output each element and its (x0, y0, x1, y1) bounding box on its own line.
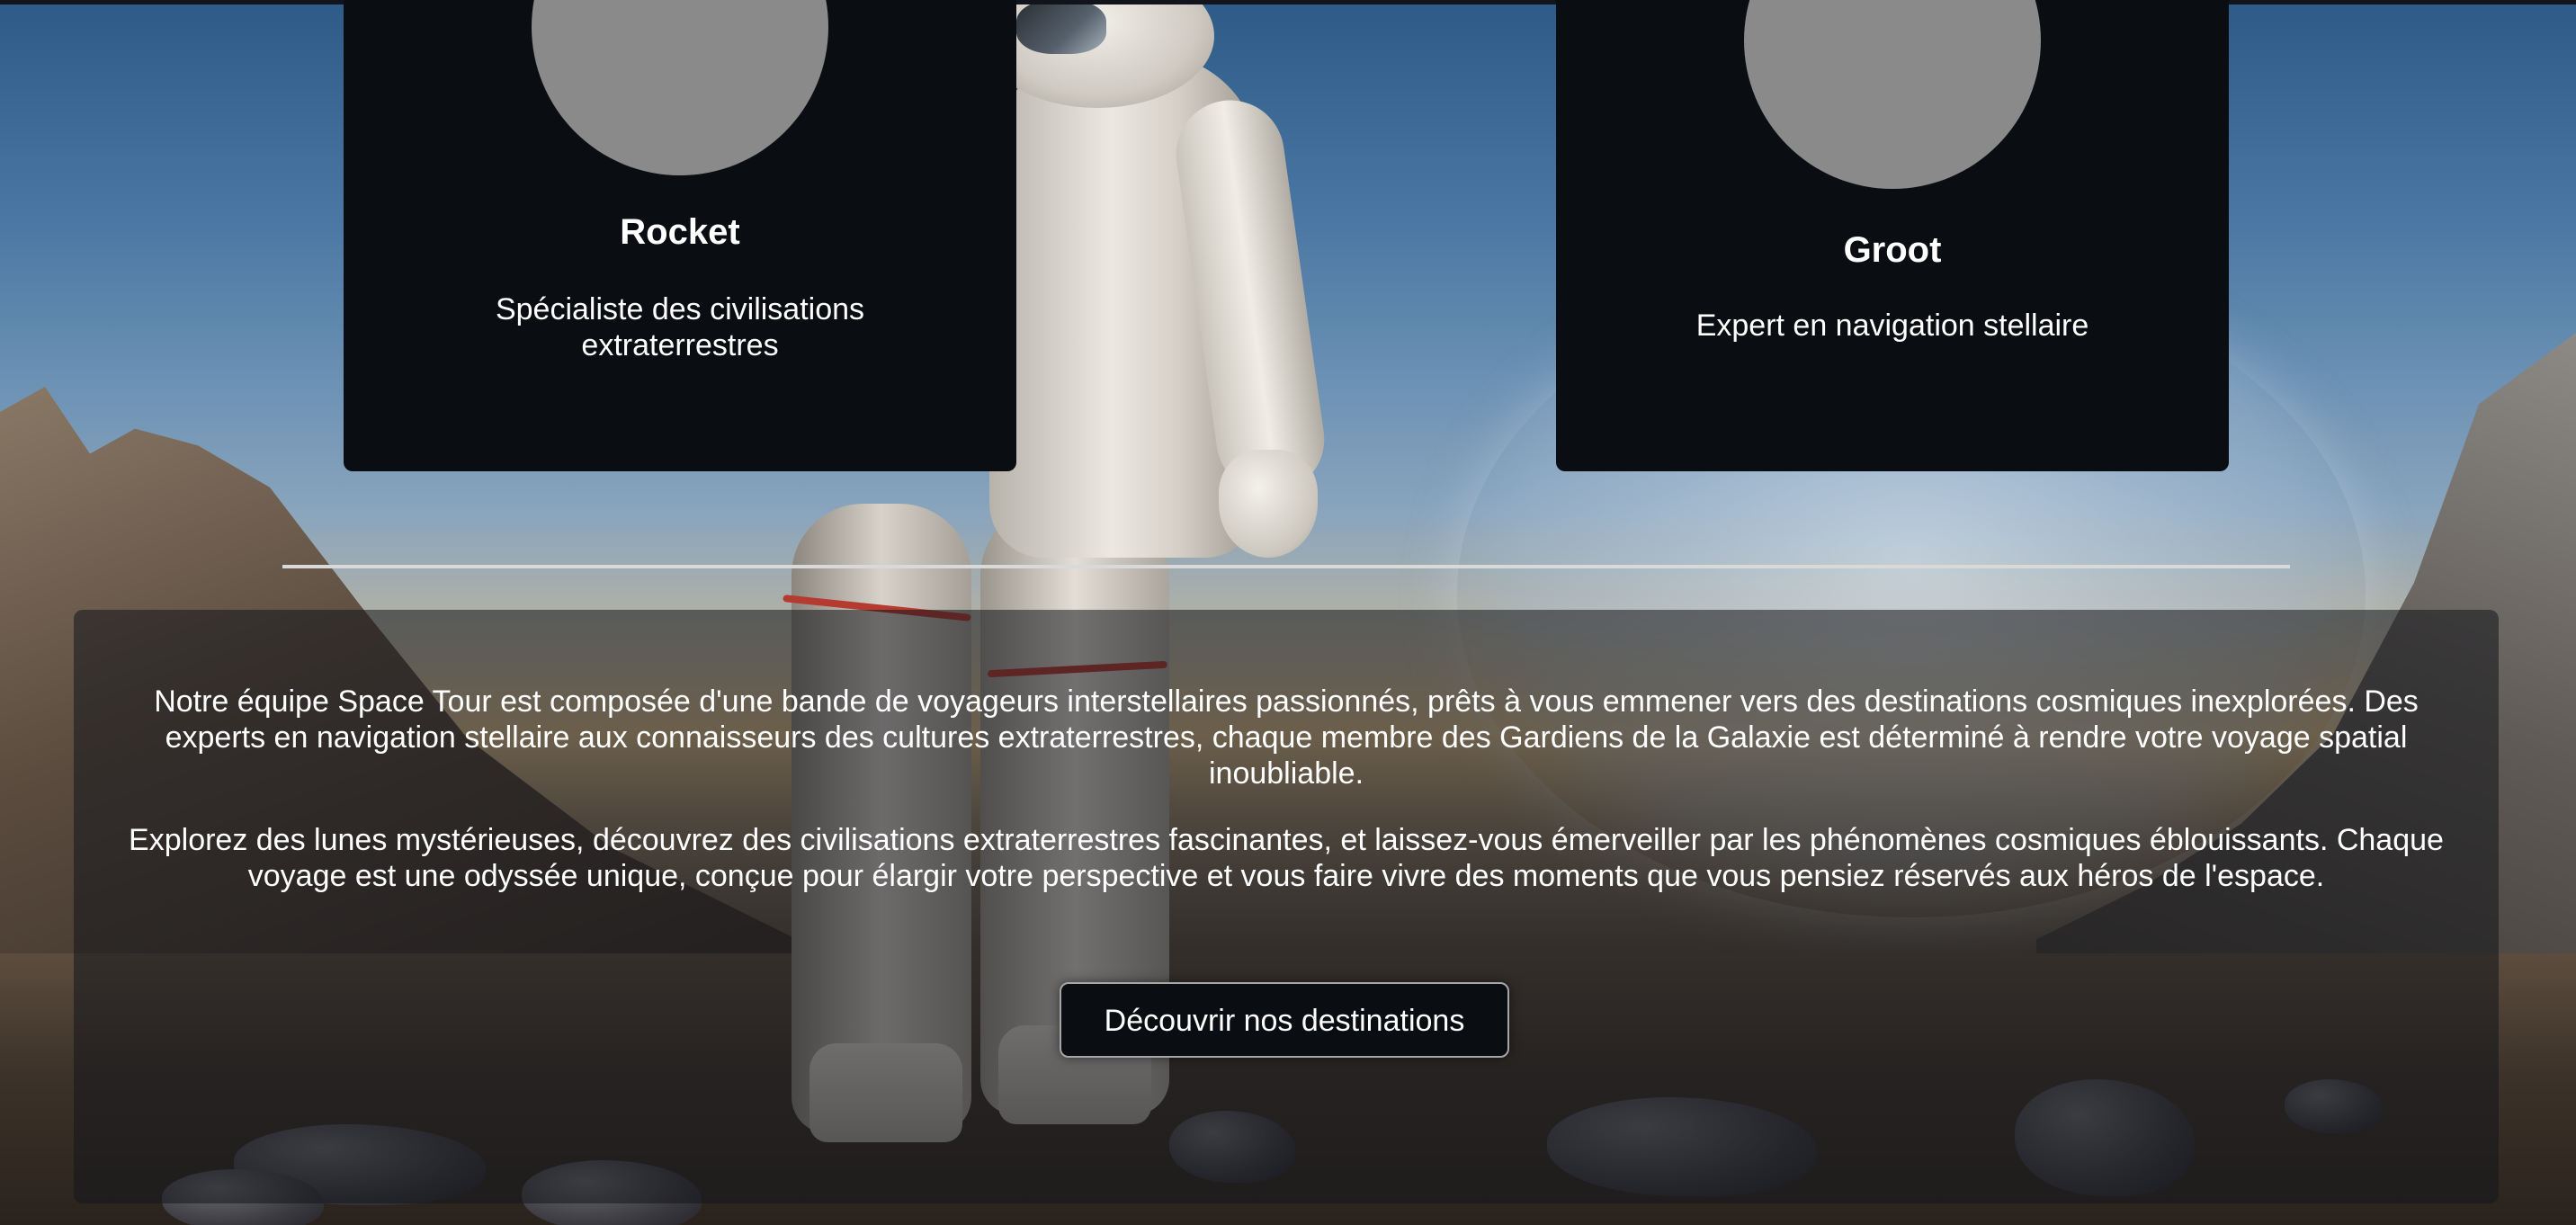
about-paragraph: Notre équipe Space Tour est composée d'u… (154, 684, 2419, 791)
team-card-rocket: Rocket Spécialiste des civilisations ext… (344, 0, 1016, 471)
astronaut-hand (1219, 450, 1318, 558)
about-paragraph: Explorez des lunes mystérieuses, découvr… (129, 823, 2444, 893)
member-name: Rocket (620, 212, 740, 252)
section-divider (282, 565, 2290, 568)
astronaut-visor (1016, 0, 1106, 54)
avatar (532, 0, 828, 175)
member-name: Groot (1843, 230, 1942, 270)
avatar (1744, 0, 2041, 189)
member-role: Expert en navigation stellaire (1695, 308, 2089, 343)
about-panel: Notre équipe Space Tour est composée d'u… (74, 610, 2499, 1203)
discover-destinations-button[interactable]: Découvrir nos destinations (1060, 982, 1509, 1058)
team-card-groot: Groot Expert en navigation stellaire (1556, 0, 2229, 471)
member-role: Spécialiste des civilisations extraterre… (495, 292, 865, 362)
